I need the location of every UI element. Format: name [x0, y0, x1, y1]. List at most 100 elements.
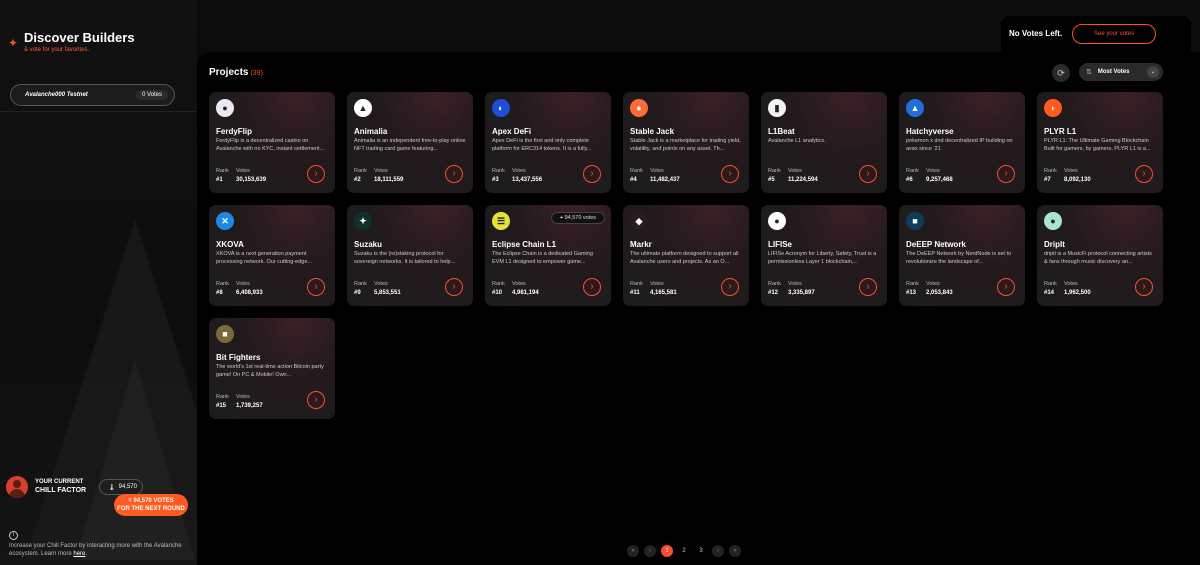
project-votes: 4,165,581 — [650, 290, 677, 296]
open-project-button[interactable]: › — [445, 165, 463, 183]
open-project-button[interactable]: › — [997, 165, 1015, 183]
project-logo-icon: ◐ — [492, 99, 510, 117]
votes-label: Votes — [236, 168, 250, 174]
project-name: Eclipse Chain L1 — [492, 240, 557, 249]
chevron-down-icon: ⌄ — [1147, 66, 1159, 78]
project-name: DeEEP Network — [906, 240, 966, 249]
sort-dropdown[interactable]: ⇅ Most Votes ⌄ — [1079, 63, 1163, 81]
project-name: Apex DeFi — [492, 127, 532, 136]
project-logo-icon: ● — [630, 99, 648, 117]
chevron-right-icon: › — [1004, 168, 1008, 179]
rank-label: Rank — [492, 281, 505, 287]
rank-label: Rank — [768, 281, 781, 287]
project-logo-icon: ▮ — [768, 99, 786, 117]
project-card[interactable]: ◆ Markr The ultimate platform designed to … — [623, 205, 749, 306]
project-card[interactable]: ◐ Apex DeFi Apex DeFi is the first and onl… — [485, 92, 611, 193]
open-project-button[interactable]: › — [445, 278, 463, 296]
open-project-button[interactable]: › — [1135, 165, 1153, 183]
open-project-button[interactable]: › — [307, 278, 325, 296]
info-period: . — [85, 551, 88, 557]
refresh-icon: ⟳ — [1057, 68, 1065, 78]
votes-label: Votes — [926, 281, 940, 287]
next-round-label: FOR THE NEXT ROUND — [117, 506, 185, 512]
chill-factor-label-2: CHILL FACTOR — [35, 487, 87, 494]
votes-label: Votes — [926, 168, 940, 174]
chevron-right-icon: › — [452, 168, 456, 179]
project-card[interactable]: ▮ L1Beat Avalanche L1 analytics. Rank Votes #… — [761, 92, 887, 193]
project-votes: 6,408,933 — [236, 290, 263, 296]
network-selector[interactable]: Avalanche000 Testnet 0 Votes — [10, 84, 175, 106]
chevron-right-icon: › — [728, 281, 732, 292]
project-description: dripit is a MusicFi protocol connecting … — [1044, 251, 1152, 265]
open-project-button[interactable]: › — [997, 278, 1015, 296]
open-project-button[interactable]: › — [859, 278, 877, 296]
project-logo-glyph: ▮ — [774, 102, 780, 113]
refresh-button[interactable]: ⟳ — [1052, 64, 1070, 82]
next-round-votes: = 94,570 VOTES — [128, 498, 174, 504]
chevron-right-icon: › — [866, 168, 870, 179]
info-icon: i — [9, 531, 18, 540]
project-votes: 13,437,556 — [512, 177, 543, 183]
first-page-button[interactable]: « — [627, 545, 639, 557]
project-logo-glyph: ◗ — [1050, 103, 1056, 113]
votes-label: Votes — [1064, 168, 1078, 174]
project-card[interactable]: ▲ Animalia Animalia is an independent free… — [347, 92, 473, 193]
open-project-button[interactable]: › — [721, 278, 739, 296]
open-project-button[interactable]: › — [307, 391, 325, 409]
project-rank: #10 — [492, 290, 503, 296]
network-votes-badge: 0 Votes — [135, 90, 168, 100]
open-project-button[interactable]: › — [721, 165, 739, 183]
last-page-button[interactable]: » — [729, 545, 741, 557]
see-your-votes-button[interactable]: See your votes — [1072, 24, 1156, 44]
project-card[interactable]: ☰ ⌖ 94,570 votes Eclipse Chain L1 The Eclip… — [485, 205, 611, 306]
user-votes-badge: ⌖ 94,570 votes — [551, 212, 605, 224]
project-card[interactable]: ● LIFISe LIFISe Acronym for Liberty, Safet… — [761, 205, 887, 306]
project-card[interactable]: ✕ XKOVA XKOVA is a next generation payment… — [209, 205, 335, 306]
project-votes: 2,053,843 — [926, 290, 953, 296]
page-2-button[interactable]: 2 — [678, 545, 690, 557]
open-project-button[interactable]: › — [1135, 278, 1153, 296]
project-votes: 8,092,130 — [1064, 177, 1091, 183]
prev-page-button[interactable]: ‹ — [644, 545, 656, 557]
project-name: Hatchyverse — [906, 127, 954, 136]
project-card[interactable]: ● Stable Jack Stable Jack is a marketplace… — [623, 92, 749, 193]
open-project-button[interactable]: › — [583, 165, 601, 183]
open-project-button[interactable]: › — [583, 278, 601, 296]
open-project-button[interactable]: › — [859, 165, 877, 183]
project-description: The Eclipse Chain is a dedicated Gaming … — [492, 251, 593, 265]
project-rank: #13 — [906, 290, 917, 296]
project-description: PLYR L1: The Ultimate Gaming Blockchain … — [1044, 138, 1151, 152]
page-3-button[interactable]: 3 — [695, 545, 707, 557]
chill-factor-value: 🌡 94,570 — [99, 479, 143, 495]
project-card[interactable]: ■ Bit Fighters The world's 1st real-time a… — [209, 318, 335, 419]
app-root: ✦ Discover Builders & vote for your favo… — [0, 0, 1200, 565]
project-logo-glyph: ✦ — [359, 215, 367, 226]
project-description: The DeEEP Network by NerdNode is set to … — [906, 251, 1012, 265]
project-name: LIFISe — [768, 240, 793, 249]
project-votes: 1,962,500 — [1064, 290, 1091, 296]
next-page-button[interactable]: › — [712, 545, 724, 557]
next-round-badge: = 94,570 VOTES FOR THE NEXT ROUND — [114, 494, 188, 516]
open-project-button[interactable]: › — [307, 165, 325, 183]
project-card[interactable]: ◗ PLYR L1 PLYR L1: The Ultimate Gaming Blo… — [1037, 92, 1163, 193]
project-card[interactable]: ■ DeEEP Network The DeEEP Network by NerdN… — [899, 205, 1025, 306]
project-votes: 3,335,897 — [788, 290, 815, 296]
rank-label: Rank — [906, 281, 919, 287]
rank-label: Rank — [216, 168, 229, 174]
learn-more-link[interactable]: here — [73, 551, 85, 557]
rank-label: Rank — [906, 168, 919, 174]
project-card[interactable]: ● FerdyFlip FerdyFlip is a decentralized c… — [209, 92, 335, 193]
project-card[interactable]: ✦ Suzaku Suzaku is the (re)staking protoco… — [347, 205, 473, 306]
sort-icon: ⇅ — [1086, 69, 1092, 76]
rank-label: Rank — [1044, 281, 1057, 287]
chevron-right-icon: › — [314, 281, 318, 292]
project-rank: #8 — [216, 290, 223, 296]
avatar — [6, 476, 28, 498]
votes-label: Votes — [650, 281, 664, 287]
project-logo-glyph: ▲ — [910, 103, 920, 113]
page-1-button[interactable]: 1 — [661, 545, 673, 557]
project-votes: 11,482,437 — [650, 177, 680, 183]
project-logo-glyph: ◆ — [635, 215, 643, 226]
project-card[interactable]: ▲ Hatchyverse pokemon x dnd decentralized … — [899, 92, 1025, 193]
project-card[interactable]: ● DripIt dripit is a MusicFi protocol conn… — [1037, 205, 1163, 306]
